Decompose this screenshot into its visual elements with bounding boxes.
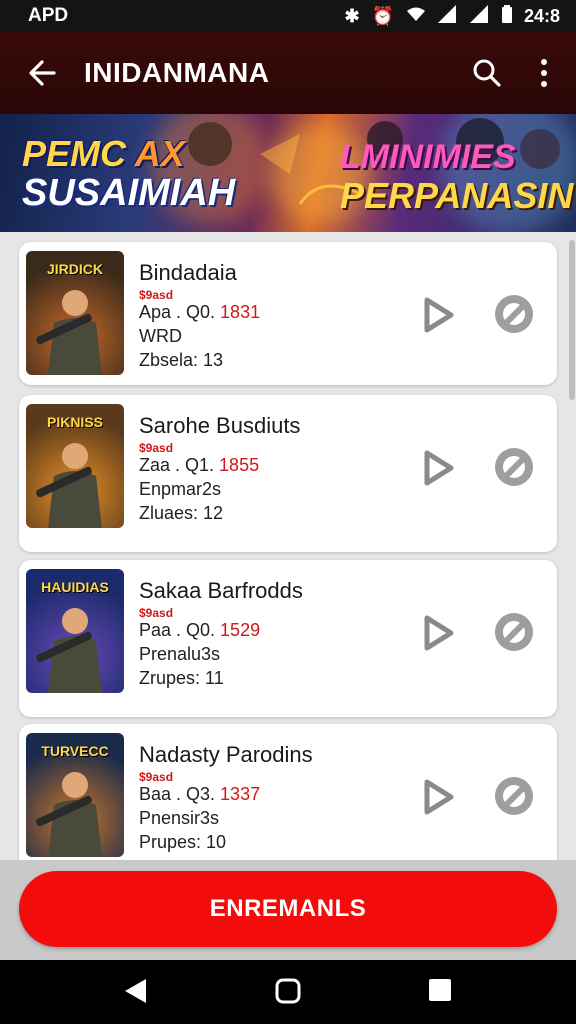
signal-icon (437, 4, 458, 28)
game-name: Sarohe Busdiuts (139, 413, 301, 438)
alarm-icon: ⏰ (371, 5, 394, 26)
game-price-tag: $9asd (139, 770, 174, 784)
game-meta: Apa . Q0. 1831 (139, 302, 260, 323)
game-list: JIRDICK Bindadaia $9asd Apa . Q0. 1831 W… (0, 232, 576, 860)
game-detail: Enpmar2s (139, 479, 222, 499)
status-icons: ✱ ⏰ 24:8 (344, 4, 560, 28)
block-icon[interactable] (494, 776, 534, 816)
status-left-text: APD (28, 5, 69, 26)
game-detail: WRD (139, 326, 182, 346)
game-thumbnail-title: TURVECC (41, 743, 109, 759)
block-icon[interactable] (494, 447, 534, 487)
nfc-icon: ✱ (344, 5, 360, 26)
game-stat: Zrupes: 11 (139, 668, 224, 688)
signal2-icon (469, 4, 490, 28)
banner-right-line2: PERPANASIN (340, 175, 574, 216)
game-card[interactable]: PIKNISS Sarohe Busdiuts $9asd Zaa . Q1. … (19, 395, 557, 552)
game-thumbnail[interactable]: TURVECC (26, 733, 124, 857)
wifi-icon (406, 6, 426, 27)
app-title: INIDANMANA (84, 57, 270, 88)
promo-banner[interactable]: PEMC AX SUSAIMIAH LMINIMIES PERPANASIN (0, 114, 576, 232)
game-name: Sakaa Barfrodds (139, 578, 303, 603)
game-thumbnail-title: PIKNISS (46, 414, 103, 430)
game-meta: Zaa . Q1. 1855 (139, 455, 259, 476)
play-icon[interactable] (423, 615, 455, 651)
status-time: 24:8 (523, 5, 560, 26)
game-detail: Prenalu3s (139, 644, 221, 664)
game-price-tag: $9asd (139, 606, 174, 620)
game-stat: Zbsela: 13 (139, 350, 224, 370)
nav-recents-icon[interactable] (428, 978, 452, 1002)
more-options-button[interactable] (512, 58, 576, 88)
play-icon[interactable] (423, 297, 455, 333)
game-thumbnail-title: HAUIDIAS (41, 579, 109, 595)
game-price-tag: $9asd (139, 441, 174, 455)
game-stat: Prupes: 10 (139, 832, 227, 852)
block-icon[interactable] (494, 612, 534, 652)
game-meta-prefix: Zaa . Q1. (139, 455, 220, 475)
play-icon[interactable] (423, 779, 455, 815)
game-meta-value: 1529 (220, 620, 261, 640)
game-name: Nadasty Parodins (139, 742, 313, 767)
game-thumbnail[interactable]: JIRDICK (26, 251, 124, 375)
game-card[interactable]: JIRDICK Bindadaia $9asd Apa . Q0. 1831 W… (19, 242, 557, 385)
game-card[interactable]: TURVECC Nadasty Parodins $9asd Baa . Q3.… (19, 724, 557, 860)
game-meta-prefix: Baa . Q3. (139, 784, 221, 804)
back-button[interactable] (0, 59, 84, 87)
game-stat: Zluaes: 12 (139, 503, 224, 523)
game-meta: Paa . Q0. 1529 (139, 620, 260, 641)
game-detail: Pnensir3s (139, 808, 220, 828)
game-meta: Baa . Q3. 1337 (139, 784, 260, 805)
battery-icon (501, 4, 512, 28)
more-vert-icon (541, 59, 547, 87)
game-meta-value: 1337 (220, 784, 261, 804)
play-icon[interactable] (423, 450, 455, 486)
back-arrow-icon (29, 60, 56, 86)
game-meta-value: 1831 (220, 302, 261, 322)
status-bar: APD ✱ ⏰ 24:8 (0, 0, 576, 32)
game-thumbnail[interactable]: PIKNISS (26, 404, 124, 528)
nav-home-icon[interactable] (275, 978, 301, 1004)
search-icon (473, 59, 501, 87)
game-thumbnail-title: JIRDICK (46, 261, 103, 277)
banner-left-line1a: PEMC (22, 133, 127, 174)
banner-right-title: LMINIMIES PERPANASIN (340, 140, 573, 214)
banner-left-line1b: AX (134, 133, 185, 174)
game-meta-prefix: Apa . Q0. (139, 302, 221, 322)
search-button[interactable] (462, 58, 512, 88)
banner-left-title: PEMC AX SUSAIMIAH (22, 133, 236, 214)
banner-left-line2: SUSAIMIAH (22, 172, 236, 214)
game-meta-value: 1855 (219, 455, 260, 475)
banner-right-line1: LMINIMIES (340, 138, 516, 176)
system-nav-bar (0, 960, 576, 1024)
game-thumbnail[interactable]: HAUIDIAS (26, 569, 124, 693)
game-price-tag: $9asd (139, 288, 174, 302)
primary-action-button[interactable]: ENREMANLS (19, 871, 557, 947)
game-meta-prefix: Paa . Q0. (139, 620, 221, 640)
game-card[interactable]: HAUIDIAS Sakaa Barfrodds $9asd Paa . Q0.… (19, 560, 557, 717)
app-bar: INIDANMANA (0, 32, 576, 114)
block-icon[interactable] (494, 294, 534, 334)
nav-back-icon[interactable] (124, 978, 148, 1004)
list-scrollbar[interactable] (569, 240, 575, 400)
game-name: Bindadaia (139, 260, 237, 285)
